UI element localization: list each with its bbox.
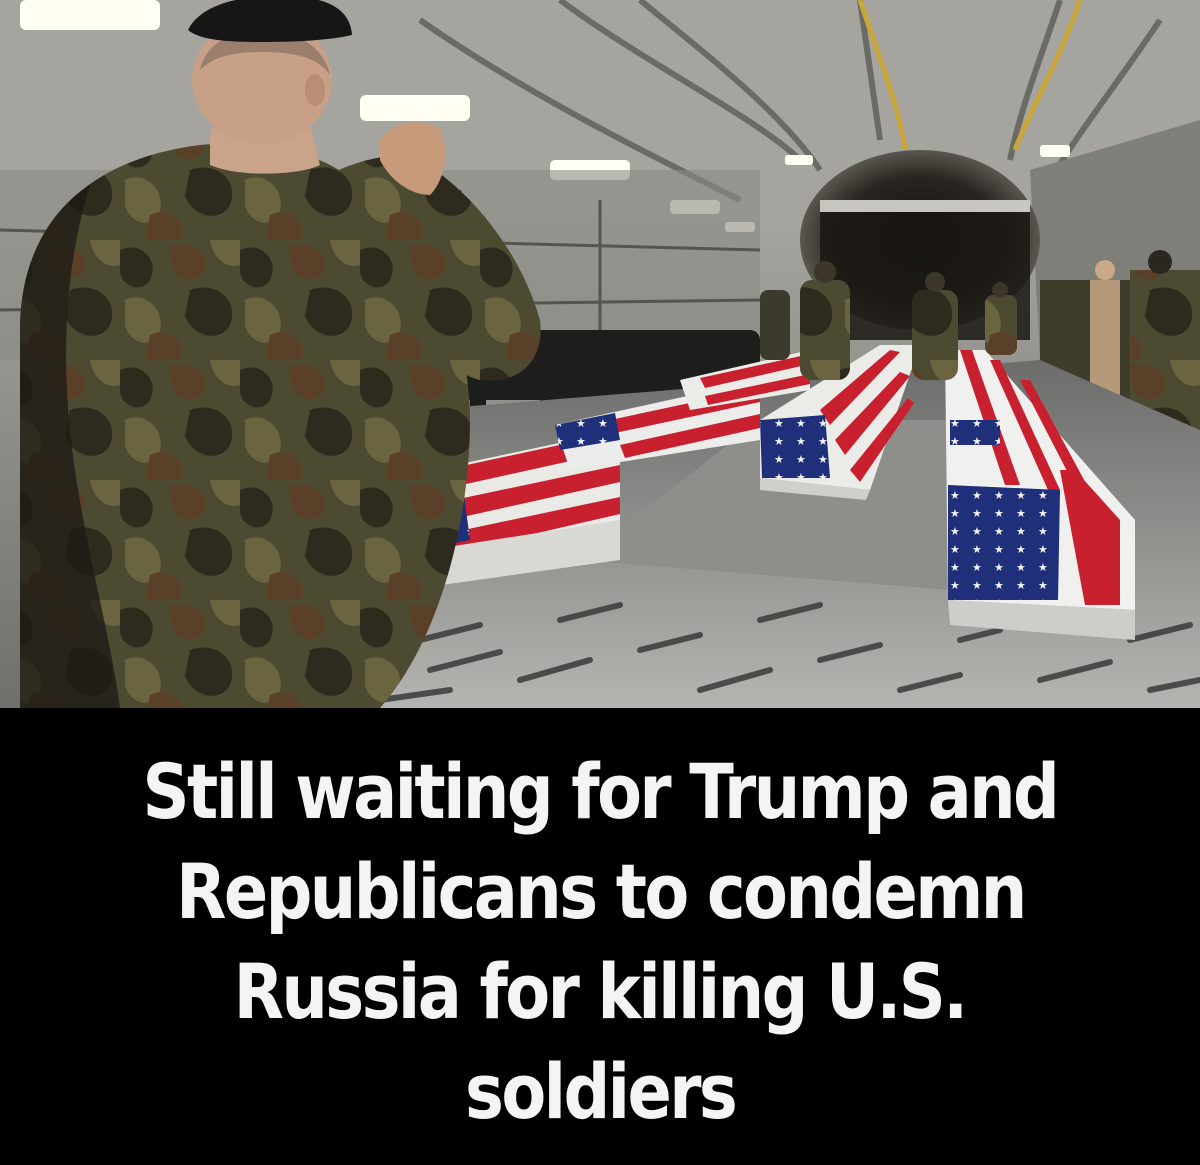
caption-line-3: Russia for killing U.S. xyxy=(234,946,968,1036)
caption-line-1: Still waiting for Trump and xyxy=(142,746,1060,836)
caption-block: Still waiting for Trump and Republicans … xyxy=(0,708,1200,1165)
caption-line-2: Republicans to condemn xyxy=(175,846,1027,936)
caption-line-4: soldiers xyxy=(464,1046,738,1136)
meme-image: ★ xyxy=(0,0,1200,1165)
cargo-plane-photo: ★ xyxy=(0,0,1200,708)
